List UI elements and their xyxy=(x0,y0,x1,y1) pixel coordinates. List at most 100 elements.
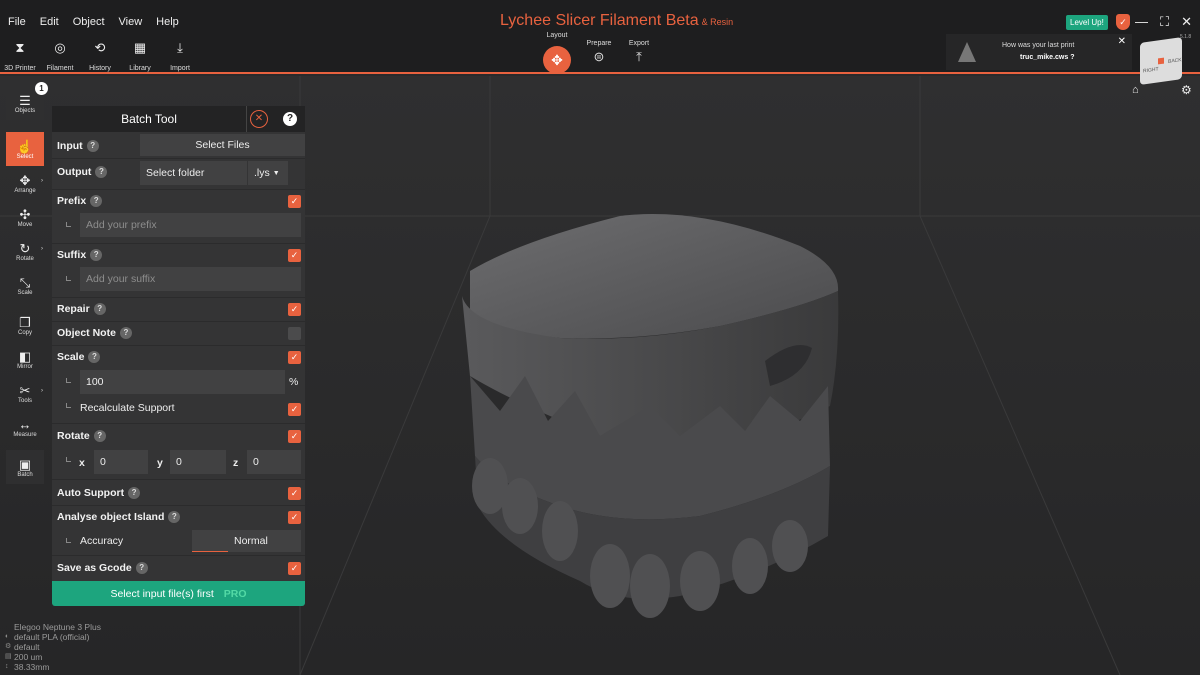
select-files-button[interactable]: Select Files xyxy=(140,134,305,156)
mode-prepare-label: Prepare xyxy=(586,40,612,47)
batch-tool[interactable]: ▣ Batch xyxy=(6,450,44,484)
select-hand-icon: ☝ xyxy=(16,138,34,154)
prefix-help-icon[interactable]: ? xyxy=(90,195,103,208)
gear-icon[interactable]: ⚙ xyxy=(1181,83,1192,97)
menu-file[interactable]: File xyxy=(8,16,26,28)
mirror-tool[interactable]: ◧ Mirror xyxy=(6,342,44,376)
recalculate-support-checkbox[interactable]: ✓ xyxy=(288,402,301,416)
view-cube[interactable]: RIGHT BACK xyxy=(1140,37,1182,85)
maximize-icon[interactable]: ⛶ xyxy=(1160,14,1169,30)
print-feedback-notification[interactable]: How was your last print truc_mike.cws ? … xyxy=(946,34,1132,70)
notification-question: How was your last print xyxy=(1002,42,1075,49)
object-note-help-icon[interactable]: ? xyxy=(119,327,132,340)
scale-help-icon[interactable]: ? xyxy=(88,351,101,364)
rotate-x-label: x xyxy=(79,457,85,469)
auto-support-row: Auto Support? ✓ xyxy=(52,482,305,504)
select-folder-button[interactable]: Select folder xyxy=(140,161,247,185)
island-checkbox[interactable]: ✓ xyxy=(288,510,301,524)
tools-tool[interactable]: ✂ Tools › xyxy=(6,376,44,410)
rotate-tool[interactable]: ↻ Rotate › xyxy=(6,234,44,268)
indent-marker xyxy=(66,378,71,383)
prefix-checkbox[interactable]: ✓ xyxy=(288,194,301,208)
arrange-icon: ✥ xyxy=(19,172,31,188)
divider xyxy=(52,479,305,480)
input-help-icon[interactable]: ? xyxy=(86,140,99,153)
suffix-checkbox[interactable]: ✓ xyxy=(288,248,301,262)
shield-icon[interactable]: ✓ xyxy=(1116,14,1130,30)
auto-support-checkbox[interactable]: ✓ xyxy=(288,486,301,500)
menu-edit[interactable]: Edit xyxy=(40,16,59,28)
help-icon[interactable]: ? xyxy=(283,112,297,126)
filament-button[interactable]: ◎ Filament xyxy=(40,40,80,72)
island-label: Analyse object Island? xyxy=(52,511,181,524)
menu-object[interactable]: Object xyxy=(73,16,105,28)
arrange-expand-icon: › xyxy=(41,178,43,184)
divider xyxy=(52,423,305,424)
window-controls: — ⛶ ✕ xyxy=(1135,14,1192,30)
measure-icon: ↔ xyxy=(18,416,32,432)
objects-button[interactable]: ☰ Objects 1 xyxy=(6,82,48,120)
island-help-icon[interactable]: ? xyxy=(168,511,181,524)
printer-status: Elegoo Neptune 3 Plus ◐ default PLA (offi… xyxy=(5,622,101,672)
measure-tool[interactable]: ↔ Measure xyxy=(6,410,44,444)
repair-help-icon[interactable]: ? xyxy=(93,303,106,316)
output-help-icon[interactable]: ? xyxy=(95,166,108,179)
import-button[interactable]: ⤓ Import xyxy=(160,40,200,72)
app-title: Lychee Slicer Filament Beta & Resin xyxy=(500,12,733,30)
island-row: Analyse object Island? ✓ xyxy=(52,506,305,528)
menu-view[interactable]: View xyxy=(119,16,143,28)
format-select[interactable]: .lys ▼ xyxy=(248,161,288,185)
layout-move-icon: ✥ xyxy=(543,46,571,74)
scale-unit: % xyxy=(289,376,299,388)
auto-support-help-icon[interactable]: ? xyxy=(128,487,141,500)
close-icon[interactable]: ✕ xyxy=(1118,36,1126,47)
level-up-button[interactable]: Level Up! xyxy=(1066,15,1108,30)
home-icon[interactable]: ⌂ xyxy=(1132,84,1139,96)
accuracy-value[interactable]: Normal xyxy=(228,530,301,552)
status-material: default PLA (official) xyxy=(14,632,90,642)
library-button[interactable]: ▦ Library xyxy=(120,40,160,72)
mode-switcher: Layout ✥ Prepare ⊜ Export ⤒ xyxy=(540,32,660,74)
rotate-z-input[interactable]: 0 xyxy=(247,450,301,474)
rotate-checkbox[interactable]: ✓ xyxy=(288,429,301,443)
gcode-checkbox[interactable]: ✓ xyxy=(288,561,301,575)
indent-marker xyxy=(66,538,71,543)
suffix-help-icon[interactable]: ? xyxy=(90,249,103,262)
select-tool[interactable]: ☝ Select xyxy=(6,132,44,166)
rotate-help-icon[interactable]: ? xyxy=(93,430,106,443)
library-label: Library xyxy=(129,65,151,72)
mode-layout[interactable]: Layout ✥ xyxy=(540,32,574,74)
scale-input[interactable]: 100 xyxy=(80,370,285,394)
run-batch-label: Select input file(s) first xyxy=(110,587,214,600)
rotate-x-input[interactable]: 0 xyxy=(94,450,148,474)
tools-label: Tools xyxy=(17,397,32,404)
copy-icon: ❐ xyxy=(19,314,31,330)
close-window-icon[interactable]: ✕ xyxy=(1181,14,1192,30)
mode-export[interactable]: Export ⤒ xyxy=(624,40,654,65)
batch-label: Batch xyxy=(17,471,33,478)
prefix-input[interactable]: Add your prefix xyxy=(80,213,301,237)
gcode-help-icon[interactable]: ? xyxy=(135,562,148,575)
accuracy-slider[interactable] xyxy=(192,530,228,552)
filament-icon: ◎ xyxy=(54,40,66,55)
move-tool[interactable]: ✣ Move xyxy=(6,200,44,234)
printer-icon: ⧗ xyxy=(15,40,25,55)
history-button[interactable]: ⟲ History xyxy=(80,40,120,72)
arrange-tool[interactable]: ✥ Arrange › xyxy=(6,166,44,200)
minimize-icon[interactable]: — xyxy=(1135,14,1148,30)
copy-tool[interactable]: ❐ Copy xyxy=(6,308,44,342)
repair-checkbox[interactable]: ✓ xyxy=(288,302,301,316)
export-icon: ⤒ xyxy=(636,49,642,64)
suffix-input[interactable]: Add your suffix xyxy=(80,267,301,291)
scale-icon: ⤡ xyxy=(19,274,31,290)
run-batch-button[interactable]: Select input file(s) first PRO xyxy=(52,581,305,606)
menu-help[interactable]: Help xyxy=(156,16,179,28)
scale-tool[interactable]: ⤡ Scale xyxy=(6,268,44,302)
layer-icon: ▤ xyxy=(5,653,12,660)
scale-checkbox[interactable]: ✓ xyxy=(288,350,301,364)
printer-button[interactable]: ⧗ 3D Printer xyxy=(0,40,40,72)
close-batch-icon[interactable]: ✕ xyxy=(250,110,268,128)
object-note-checkbox[interactable] xyxy=(288,326,301,340)
rotate-y-input[interactable]: 0 xyxy=(170,450,226,474)
mode-prepare[interactable]: Prepare ⊜ xyxy=(584,40,614,65)
